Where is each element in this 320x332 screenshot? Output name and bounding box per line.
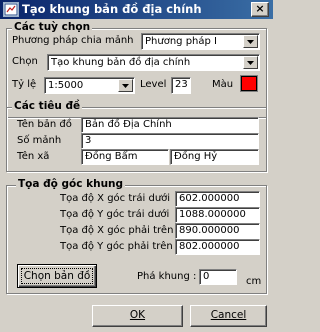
ok-button[interactable]: OK xyxy=(92,305,183,327)
chevron-down-icon xyxy=(247,61,254,65)
choose-dropdown-button[interactable] xyxy=(243,56,258,69)
sheet-number-label: Số mảnh xyxy=(17,135,62,146)
district-input[interactable]: Đồng Hỷ xyxy=(170,149,259,165)
choose-label: Chọn xyxy=(12,56,38,67)
y-top-right-label: Tọa độ Y góc phải trên xyxy=(60,241,173,252)
x-bottom-left-label: Tọa độ X góc trái dưới xyxy=(60,193,171,204)
options-group-title: Các tuỳ chọn xyxy=(12,21,93,34)
select-map-button[interactable]: Chọn bản đồ xyxy=(17,264,97,288)
frame-break-input[interactable]: 0 xyxy=(199,269,237,285)
chevron-down-icon xyxy=(247,40,254,44)
window-title: Tạo khung bản đồ địa chính xyxy=(22,2,202,16)
headings-group-title: Các tiêu đề xyxy=(12,100,83,113)
level-input[interactable]: 23 xyxy=(171,77,191,94)
corners-group-title: Tọa độ góc khung xyxy=(16,178,126,191)
x-top-right-input[interactable]: 890.000000 xyxy=(175,223,260,239)
method-selected-value: Phương pháp I xyxy=(145,36,217,47)
sheet-number-input[interactable]: 3 xyxy=(81,133,259,149)
frame-break-label: Phá khung : xyxy=(137,271,197,282)
select-map-button-label: Chọn bản đồ xyxy=(23,270,91,282)
scale-selected-value: 1:5000 xyxy=(48,80,84,91)
frame-break-unit: cm xyxy=(246,276,262,287)
close-icon: × xyxy=(255,2,265,15)
map-frame-icon xyxy=(3,2,19,17)
level-label: Level xyxy=(140,79,167,90)
scale-dropdown-button[interactable] xyxy=(118,79,133,92)
commune-label: Tên xã xyxy=(17,151,50,162)
title-bar[interactable]: Tạo khung bản đồ địa chính × xyxy=(0,0,273,19)
method-select[interactable]: Phương pháp I xyxy=(141,33,260,50)
x-top-right-label: Tọa độ X góc phải trên xyxy=(60,225,174,236)
choose-selected-value: Tạo khung bản đồ địa chính xyxy=(51,57,191,68)
y-bottom-left-label: Tọa độ Y góc trái dưới xyxy=(60,209,170,220)
x-bottom-left-input[interactable]: 602.000000 xyxy=(175,191,260,207)
scale-select[interactable]: 1:5000 xyxy=(44,77,135,94)
color-label: Màu xyxy=(212,79,234,90)
y-bottom-left-input[interactable]: 1088.000000 xyxy=(175,207,260,223)
map-name-label: Tên bản đồ xyxy=(17,119,72,130)
color-swatch[interactable] xyxy=(241,76,257,91)
chevron-down-icon xyxy=(122,84,129,88)
commune-input[interactable]: Đồng Bẩm xyxy=(81,149,169,165)
method-label: Phương pháp chia mảnh xyxy=(12,35,134,46)
choose-select[interactable]: Tạo khung bản đồ địa chính xyxy=(47,54,260,71)
method-dropdown-button[interactable] xyxy=(243,35,258,48)
ok-button-label: OK xyxy=(129,309,146,321)
map-name-input[interactable]: Bản đồ Địa Chính xyxy=(81,117,259,133)
close-button[interactable]: × xyxy=(251,2,269,17)
cancel-button-label: Cancel xyxy=(210,309,247,321)
scale-label: Tỷ lệ xyxy=(12,79,37,90)
cancel-button[interactable]: Cancel xyxy=(190,305,267,327)
y-top-right-input[interactable]: 802.000000 xyxy=(175,239,260,255)
